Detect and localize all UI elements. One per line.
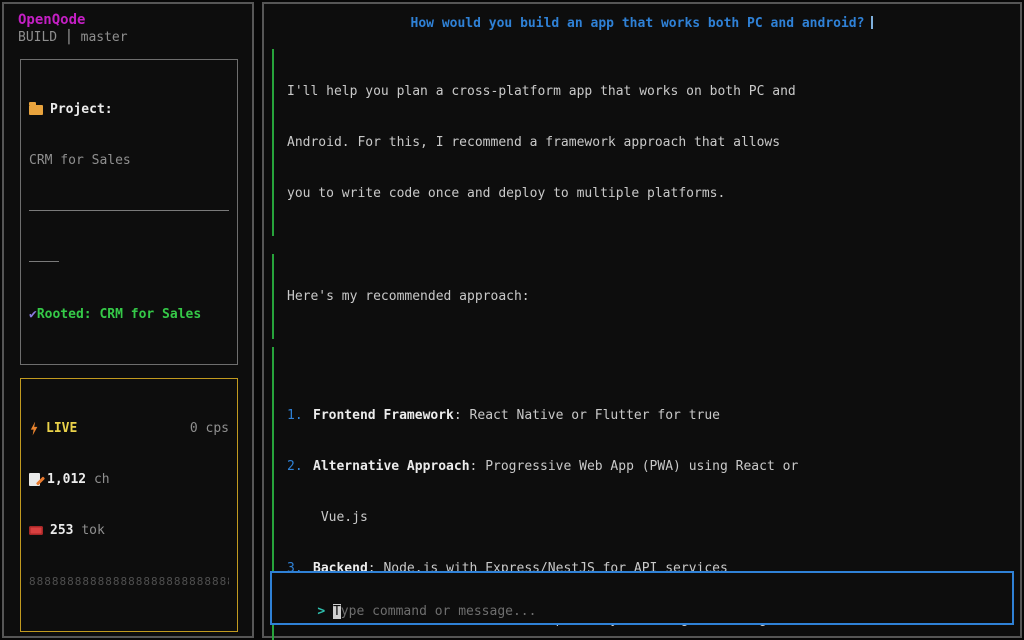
rooted-status-row: ✔Rooted: CRM for Sales xyxy=(29,306,229,323)
message-line: you to write code once and deploy to mul… xyxy=(287,185,1008,202)
assistant-message-intro: I'll help you plan a cross-platform app … xyxy=(272,49,1008,236)
command-input[interactable]: > Type command or message... xyxy=(270,571,1014,625)
rooted-status: Rooted: CRM for Sales xyxy=(37,307,201,322)
list-item-wrap: Vue.js xyxy=(313,509,1008,526)
message-line: I'll help you plan a cross-platform app … xyxy=(287,83,1008,100)
memo-icon xyxy=(29,473,40,486)
project-name: CRM for Sales xyxy=(29,152,229,169)
separator: │ xyxy=(65,30,73,45)
token-count: 253 xyxy=(50,522,73,539)
check-icon: ✔ xyxy=(29,307,37,322)
sidebar-panel: OpenQode BUILD │ master Project: CRM for… xyxy=(2,2,254,638)
message-line: Android. For this, I recommend a framewo… xyxy=(287,134,1008,151)
tokens-row: 253 tok xyxy=(29,522,229,539)
folder-icon xyxy=(29,105,43,115)
live-stats-box: LIVE 0 cps 1,012 ch 253 tok 888888888888… xyxy=(20,378,238,632)
divider-short xyxy=(29,261,59,262)
project-label-row: Project: xyxy=(29,101,229,118)
prompt-icon: > xyxy=(317,604,333,619)
app-title: OpenQode xyxy=(18,12,252,29)
build-mode-label: BUILD xyxy=(18,30,57,45)
live-status-row: LIVE 0 cps xyxy=(29,420,229,437)
git-branch-label: master xyxy=(81,30,128,45)
chat-panel: How would you build an app that works bo… xyxy=(262,2,1022,638)
list-number: 2. xyxy=(287,458,313,475)
list-item: 2.Alternative Approach: Progressive Web … xyxy=(287,458,1008,475)
chars-row: 1,012 ch xyxy=(29,471,229,488)
input-block-cursor: T xyxy=(333,604,341,619)
project-label: Project: xyxy=(50,101,113,118)
assistant-message-approach-heading: Here's my recommended approach: xyxy=(272,254,1008,339)
ticket-icon xyxy=(29,526,43,535)
live-label: LIVE xyxy=(46,420,77,437)
cps-counter: 0 cps xyxy=(190,420,229,437)
list-item: 1.Frontend Framework: React Native or Fl… xyxy=(287,407,1008,424)
project-box: Project: CRM for Sales ✔Rooted: CRM for … xyxy=(20,59,238,365)
activity-sparkline: 88888888888888888888888888888888888888… xyxy=(29,573,229,590)
lightning-icon xyxy=(29,422,39,436)
text-cursor xyxy=(871,16,873,29)
mode-branch-line: BUILD │ master xyxy=(18,29,252,46)
list-number: 1. xyxy=(287,407,313,424)
char-unit: ch xyxy=(86,471,109,488)
char-count: 1,012 xyxy=(47,471,86,488)
user-question: How would you build an app that works bo… xyxy=(264,15,1020,32)
message-line: Here's my recommended approach: xyxy=(287,288,1008,305)
token-unit: tok xyxy=(73,522,104,539)
input-placeholder: ype command or message... xyxy=(341,604,537,619)
divider xyxy=(29,210,229,211)
